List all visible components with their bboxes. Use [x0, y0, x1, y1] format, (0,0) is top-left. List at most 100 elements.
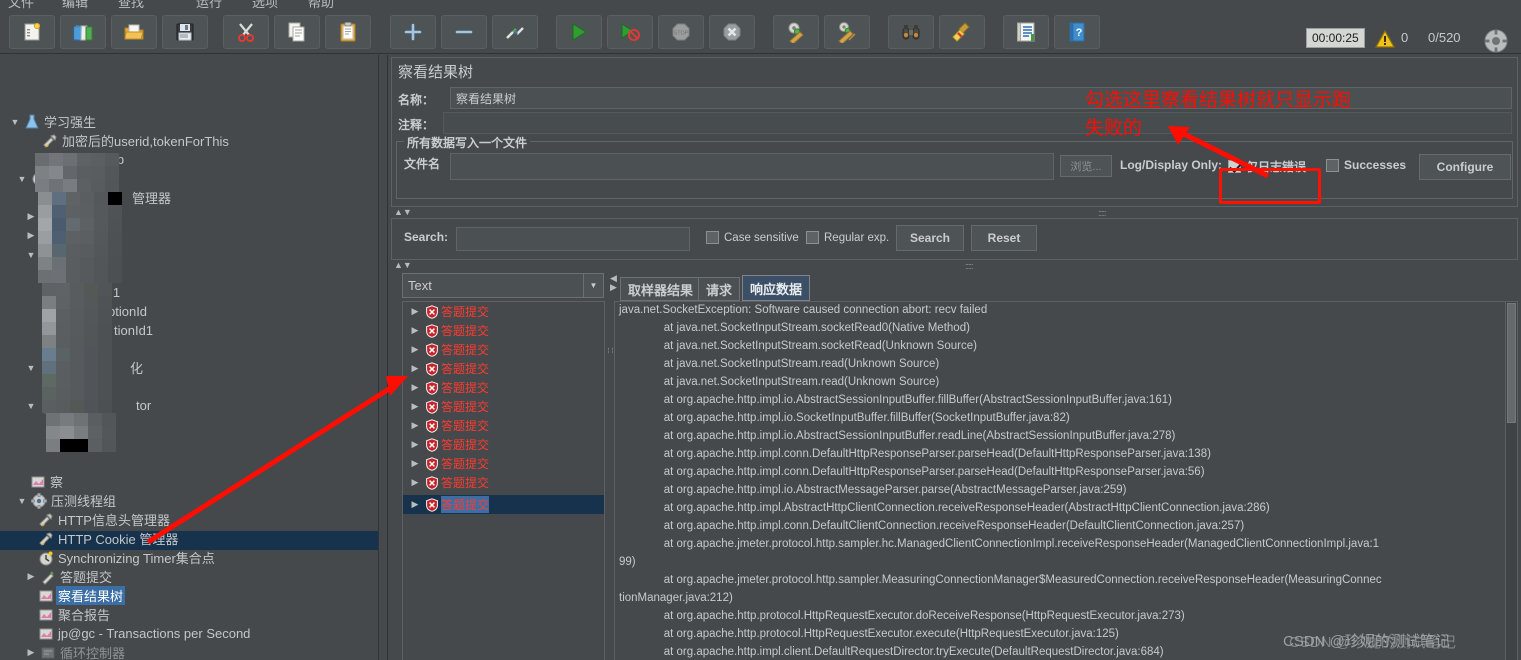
menu-item-run[interactable]: 运行 — [196, 0, 222, 10]
result-row[interactable]: ▶ 答题提交 — [407, 473, 489, 492]
splitter-grip-1[interactable]: ::::: — [1098, 208, 1106, 218]
result-row[interactable]: ▶ 答题提交 — [407, 435, 489, 454]
tree-toggle-closed-icon[interactable]: ▶ — [24, 647, 38, 658]
results-tree[interactable]: ▶ 答题提交 ▶ 答题提交 ▶ 答题提交 ▶ 答题提交 ▶ 答题提交 ▶ 答题提交 ▶ 答题提… — [402, 301, 605, 660]
result-row[interactable]: ▶ 答题提交 — [407, 359, 489, 378]
response-line: at java.net.SocketInputStream.read(Unkno… — [619, 358, 940, 370]
expand-all-button[interactable] — [390, 15, 436, 49]
response-line: at org.apache.http.impl.conn.DefaultClie… — [619, 520, 1245, 532]
new-test-plan-button[interactable] — [9, 15, 55, 49]
paste-button[interactable] — [325, 15, 371, 49]
error-shield-icon — [423, 497, 441, 512]
test-plan-tree[interactable]: ▼ 学习强生 加密后的userid,tokenForThis se d titl… — [0, 55, 378, 660]
tab-sampler-result[interactable]: 取样器结果 — [620, 277, 702, 301]
search-input[interactable] — [456, 227, 690, 251]
chevron-down-icon[interactable]: ▼ — [583, 274, 603, 297]
function-helper-button[interactable] — [1003, 15, 1049, 49]
search-button[interactable] — [888, 15, 934, 49]
reset-search-button[interactable] — [939, 15, 985, 49]
tree-toggle-open-icon[interactable]: ▼ — [15, 174, 29, 184]
templates-button[interactable] — [60, 15, 106, 49]
splitter-grip-2[interactable]: ::::: — [965, 261, 973, 271]
start-no-timers-button[interactable] — [607, 15, 653, 49]
regex-checkbox-row[interactable]: Regular exp. — [806, 231, 889, 244]
start-button[interactable] — [556, 15, 602, 49]
tab-response-data[interactable]: 响应数据 — [742, 275, 811, 301]
tree-node-thread-group-stress[interactable]: ▼ 压测线程组 — [15, 491, 116, 510]
result-row[interactable]: ▶ 答题提交 — [407, 416, 489, 435]
successes-checkbox[interactable] — [1326, 158, 1339, 172]
result-row[interactable]: ▶ 答题提交 — [407, 302, 489, 321]
stop-sign-icon: STOP — [670, 21, 692, 43]
tree-toggle-closed-icon[interactable]: ▶ — [407, 306, 423, 317]
clear-button[interactable] — [773, 15, 819, 49]
toggle-button[interactable] — [492, 15, 538, 49]
response-scrollbar[interactable] — [1505, 302, 1517, 660]
listener-icon — [36, 625, 56, 643]
stop-button[interactable]: STOP — [658, 15, 704, 49]
filename-input[interactable] — [450, 153, 1054, 180]
renderer-select[interactable]: Text ▼ — [402, 273, 604, 298]
menu-item-search[interactable]: 查找 — [118, 0, 144, 10]
save-button[interactable] — [162, 15, 208, 49]
menu-item-file[interactable]: 文件 — [8, 0, 34, 10]
results-splitter-arrows[interactable]: ◀ ▶ — [610, 274, 617, 292]
configure-button[interactable]: Configure — [1419, 154, 1511, 180]
clear-all-button[interactable] — [824, 15, 870, 49]
response-data-view[interactable]: java.net.SocketException: Software cause… — [614, 301, 1518, 660]
search-button[interactable]: Search — [896, 225, 964, 251]
result-row[interactable]: ▶ 答题提交 — [407, 397, 489, 416]
menu-item-help[interactable]: 帮助 — [308, 0, 334, 10]
result-row[interactable]: ▶ 答题提交 — [407, 454, 489, 473]
result-label: 答题提交 — [441, 438, 490, 452]
name-input[interactable]: 察看结果树 — [450, 87, 1512, 109]
tree-toggle-closed-icon[interactable]: ▶ — [24, 571, 38, 582]
tree-node-tps-listener[interactable]: jp@gc - Transactions per Second — [36, 624, 250, 643]
reset-button[interactable]: Reset — [971, 225, 1037, 251]
page-title: 察看结果树 — [398, 64, 474, 81]
sampler-icon — [38, 568, 58, 586]
help-button[interactable]: ? — [1054, 15, 1100, 49]
vertical-splitter[interactable] — [378, 55, 388, 660]
comment-input[interactable] — [443, 112, 1512, 134]
menu-item-edit[interactable]: 编辑 — [62, 0, 88, 10]
case-sensitive-checkbox[interactable] — [706, 231, 719, 244]
tree-toggle-open-icon[interactable]: ▼ — [8, 117, 22, 127]
tree-toggle-closed-icon[interactable]: ▶ — [407, 325, 423, 336]
result-row[interactable]: ▶ 答题提交 — [407, 340, 489, 359]
browse-button[interactable]: 浏览... — [1060, 155, 1112, 177]
response-line: at org.apache.http.impl.client.DefaultRe… — [619, 646, 1164, 658]
copy-button[interactable] — [274, 15, 320, 49]
active-threads-count: 0/520 — [1428, 30, 1461, 45]
successes-checkbox-row[interactable]: Successes — [1326, 158, 1406, 172]
annotation-note-line-2: 失败的 — [1085, 118, 1143, 139]
collapse-all-button[interactable] — [441, 15, 487, 49]
result-row[interactable]: ▶ 答题提交 — [407, 321, 489, 340]
response-scrollbar-thumb[interactable] — [1507, 303, 1516, 423]
controller-icon — [38, 644, 58, 660]
shutdown-button[interactable] — [709, 15, 755, 49]
scissors-icon — [235, 21, 257, 43]
menu-item-options[interactable]: 选项 — [252, 0, 278, 10]
case-sensitive-checkbox-row[interactable]: Case sensitive — [706, 231, 799, 244]
tree-toggle-open-icon[interactable]: ▼ — [15, 496, 29, 506]
warning-icon[interactable] — [1374, 29, 1396, 53]
tree-toggle-closed-icon[interactable]: ▶ — [407, 344, 423, 355]
regex-checkbox[interactable] — [806, 231, 819, 244]
tree-node-aggregate-report[interactable]: 聚合报告 — [36, 605, 110, 624]
tree-node-loop-controller[interactable]: ▶ 循环控制器 — [24, 643, 125, 660]
tree-node-view-results-tree[interactable]: 察看结果树 — [36, 586, 126, 605]
menu-bar: 文件 编辑 查找 运行 选项 帮助 — [0, 0, 1521, 10]
tab-request[interactable]: 请求 — [698, 277, 741, 301]
splitter-collapse-arrows-2[interactable]: ▲▼ — [394, 260, 412, 270]
cut-button[interactable] — [223, 15, 269, 49]
open-button[interactable] — [111, 15, 157, 49]
response-line: at org.apache.http.impl.conn.DefaultHttp… — [619, 466, 1205, 478]
annotation-arrow-to-checkbox — [1168, 126, 1270, 179]
result-row[interactable]: ▶ 答题提交 — [407, 378, 489, 397]
plus-icon — [402, 21, 424, 43]
result-row[interactable]: ▶ 答题提交 — [407, 495, 490, 514]
tree-node-answer-submit[interactable]: ▶ 答题提交 — [24, 567, 112, 586]
response-line: at org.apache.http.impl.conn.DefaultHttp… — [619, 448, 1211, 460]
splitter-collapse-arrows-1[interactable]: ▲▼ — [394, 207, 412, 217]
